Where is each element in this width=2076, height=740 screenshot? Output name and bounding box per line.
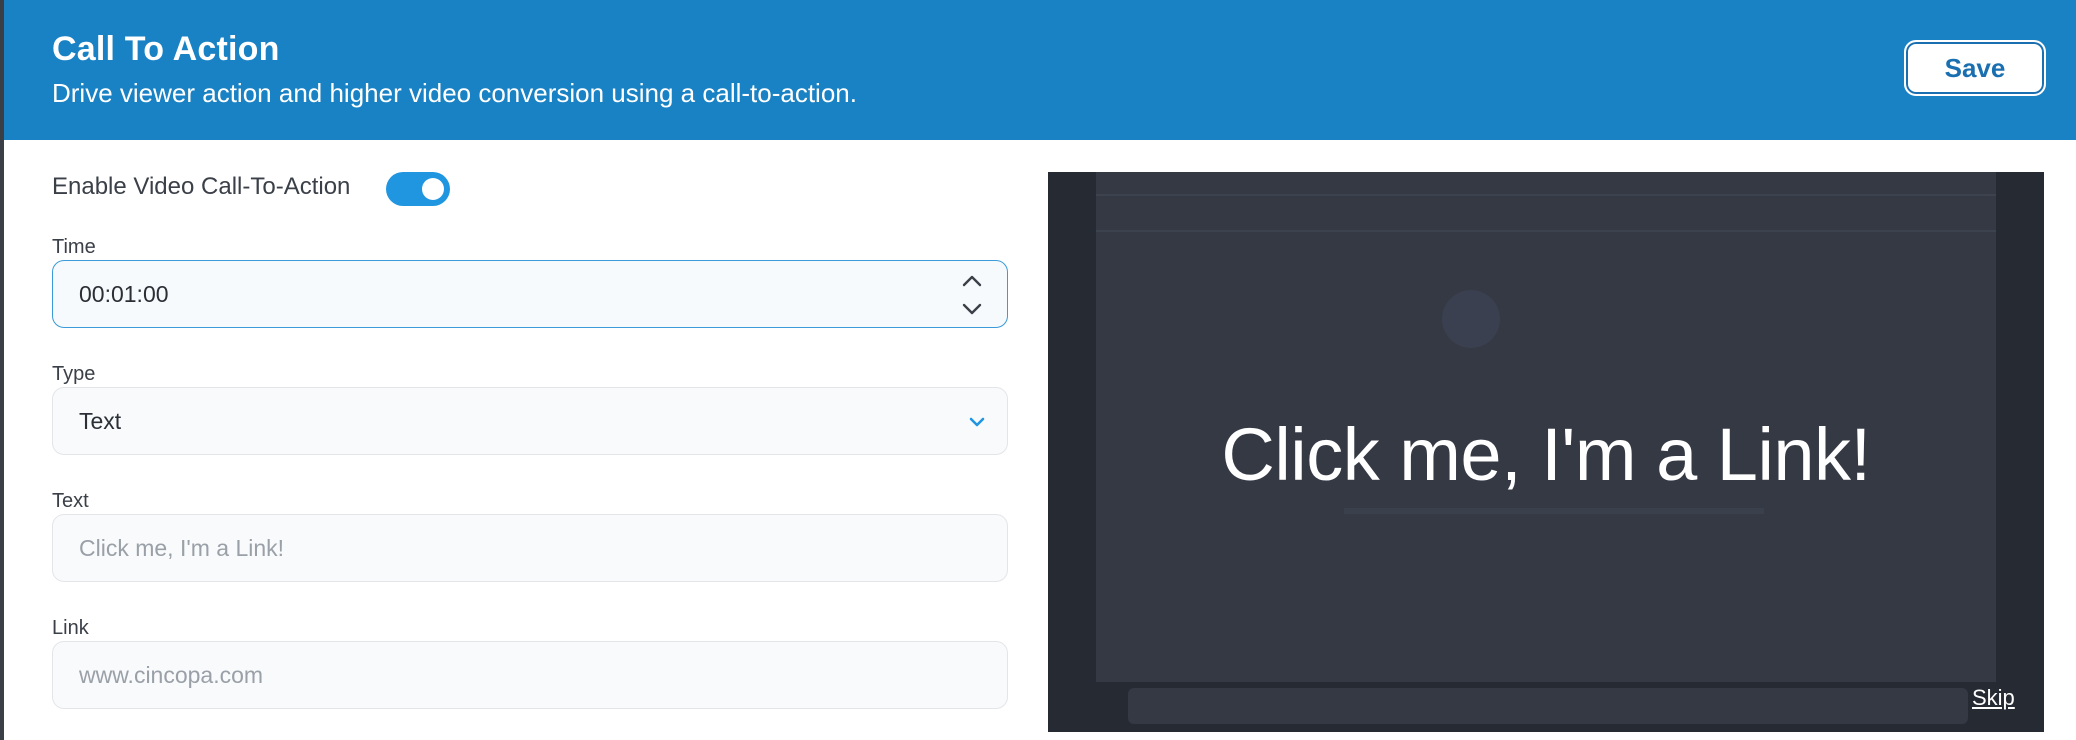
chevron-up-icon[interactable] [959,271,985,291]
type-select[interactable]: Text [52,387,1008,455]
type-label: Type [52,363,96,385]
chevron-down-icon [965,410,989,434]
link-label: Link [52,617,89,639]
page-subtitle: Drive viewer action and higher video con… [52,78,857,108]
time-stepper[interactable]: 00:01:00 [52,260,1008,328]
toggle-knob [422,178,444,200]
link-input[interactable]: www.cincopa.com [52,641,1008,709]
time-label: Time [52,236,96,258]
link-placeholder: www.cincopa.com [79,662,264,688]
page-title: Call To Action [52,30,280,68]
save-button[interactable]: Save [1904,40,2046,96]
video-bg-dock [1128,688,1968,724]
video-preview[interactable]: Click me, I'm a Link! Skip [1048,172,2044,732]
cta-overlay-text[interactable]: Click me, I'm a Link! [1048,412,2044,497]
type-value: Text [79,408,122,434]
header-bar: Call To Action Drive viewer action and h… [4,0,2076,140]
enable-cta-toggle[interactable] [386,172,450,206]
text-placeholder: Click me, I'm a Link! [79,535,285,561]
text-input[interactable]: Click me, I'm a Link! [52,514,1008,582]
video-bg-content-line [1344,508,1764,514]
video-bg-logo [1442,290,1500,348]
enable-cta-label: Enable Video Call-To-Action [52,173,351,200]
time-value: 00:01:00 [79,281,169,307]
chevron-down-icon[interactable] [959,299,985,319]
video-bg-addressbar [1096,230,1996,232]
video-bg-toolbar [1096,194,1996,196]
text-label: Text [52,490,89,512]
skip-link[interactable]: Skip [1972,685,2015,711]
